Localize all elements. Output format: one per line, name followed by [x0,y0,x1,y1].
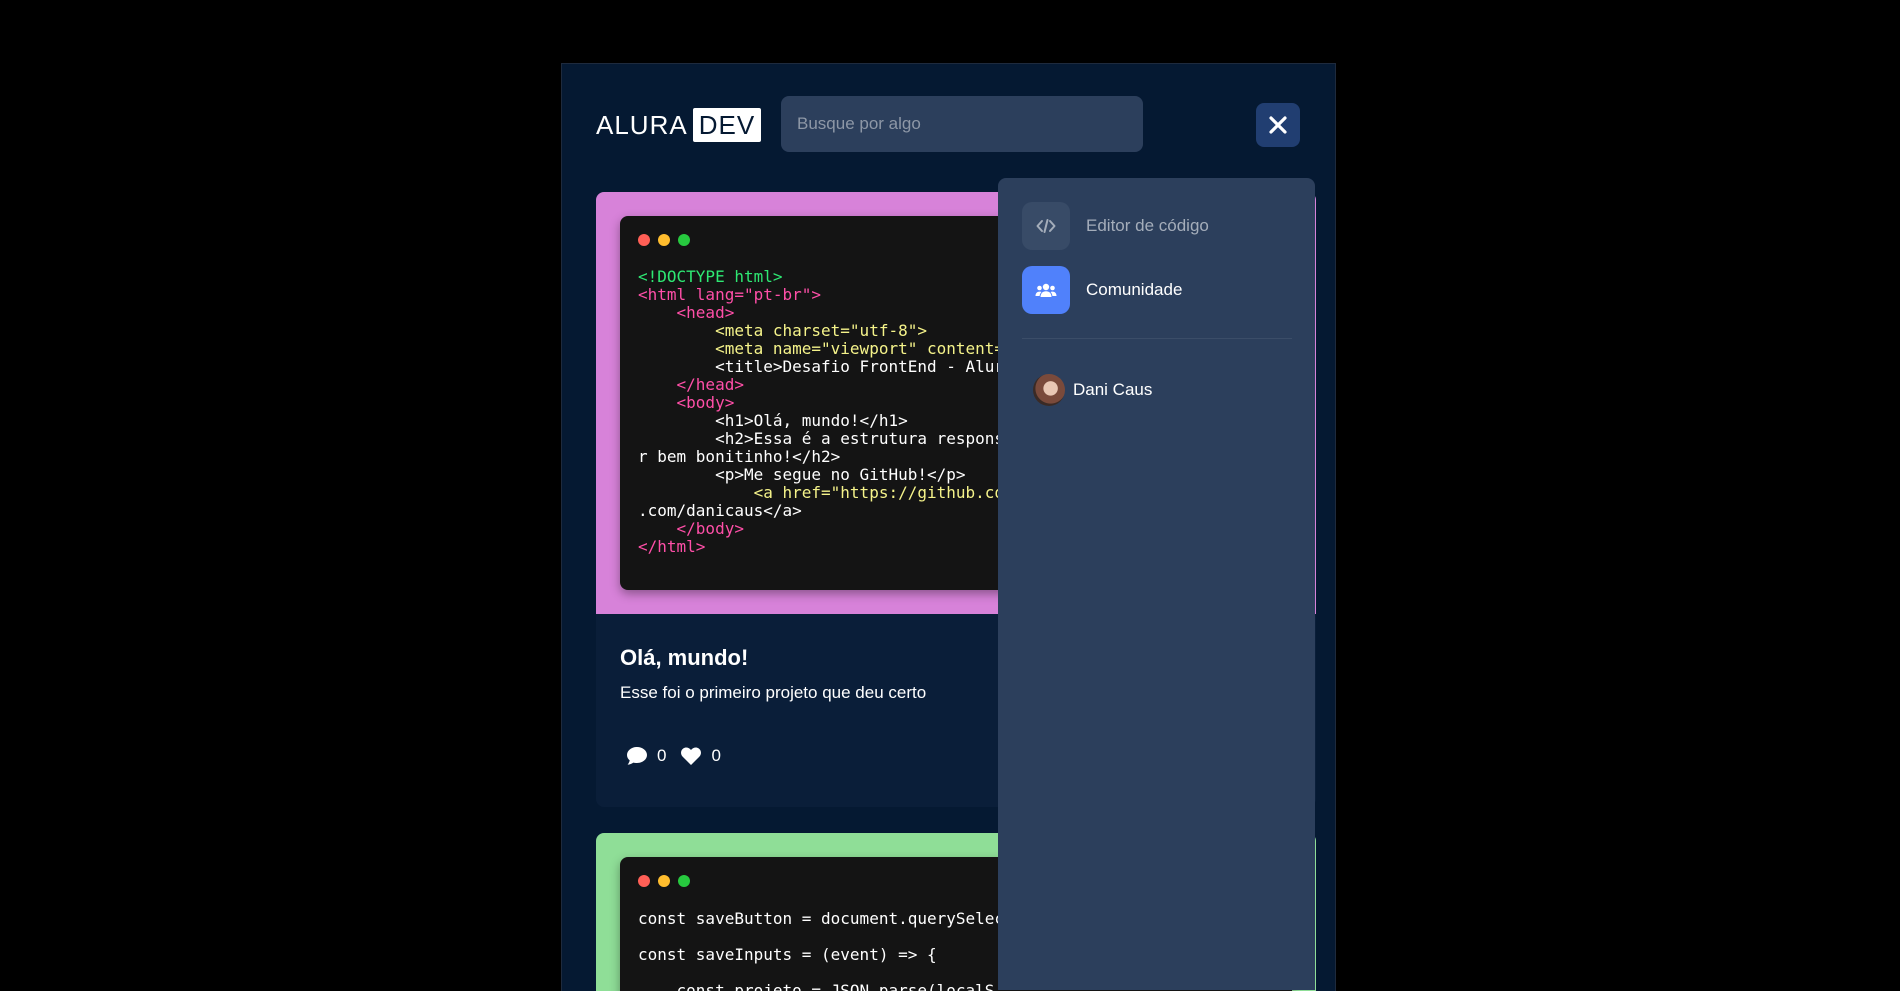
code-line: <meta name="viewport" content= [638,339,1005,358]
code-line: <!DOCTYPE html> [638,267,783,286]
logo[interactable]: ALURA DEV [596,108,762,142]
menu-icon-box [1022,202,1070,250]
green-dot-icon [678,875,690,887]
user-profile[interactable]: Dani Caus [1033,374,1152,406]
code-line: </body> [638,519,744,538]
red-dot-icon [638,234,650,246]
code-line: <p>Me segue no GitHub!</p> [638,465,966,484]
code-line: const saveButton = document.querySelec [638,909,1005,928]
red-dot-icon [638,875,650,887]
code-line: <h1>Olá, mundo!</h1> [638,411,908,430]
card-title[interactable]: Olá, mundo! [620,645,748,671]
close-menu-button[interactable] [1256,103,1300,147]
heart-icon [681,747,702,765]
menu-item-community[interactable]: Comunidade [1022,266,1182,314]
avatar [1033,374,1065,406]
code-line: <html lang="pt-br"> [638,285,822,304]
menu-item-code-editor[interactable]: Editor de código [1022,202,1209,250]
close-icon [1269,116,1287,134]
search-input[interactable] [795,113,1129,135]
logo-box: DEV [692,108,762,142]
code-line: <head> [638,303,735,322]
card-stats: 0 0 [626,746,721,766]
menu-item-label: Editor de código [1086,216,1209,235]
comment-icon [627,747,647,765]
code-line: </head> [638,375,744,394]
likes-count: 0 [711,746,721,765]
menu-icon-box [1022,266,1070,314]
menu-item-label: Comunidade [1086,280,1183,299]
card-description: Esse foi o primeiro projeto que deu cert… [620,683,927,702]
yellow-dot-icon [658,234,670,246]
code-line: <body> [638,393,735,412]
code-line: const saveInputs = (event) => { [638,945,937,964]
yellow-dot-icon [658,875,670,887]
side-menu: Editor de código Comunidade Dani Caus [998,178,1315,990]
code-line: .com/danicaus</a> [638,501,802,520]
search-bar[interactable] [781,96,1143,152]
code-line: <a href="https://github.co [638,483,1005,502]
logo-text: ALURA [596,109,688,140]
comments-button[interactable]: 0 [626,746,666,766]
code-line: <meta charset="utf-8"> [638,321,927,340]
users-icon [1035,283,1057,297]
green-dot-icon [678,234,690,246]
likes-button[interactable]: 0 [680,746,721,766]
code-line: <h2>Essa é a estrutura respons [638,429,1005,448]
code-line: r bem bonitinho!</h2> [638,447,841,466]
code-icon [1036,219,1056,233]
code-line: </html> [638,537,706,556]
menu-divider [1022,338,1292,339]
comments-count: 0 [657,746,667,765]
code-line: <title>Desafio FrontEnd - Alur [638,357,1005,376]
user-name: Dani Caus [1073,380,1153,399]
